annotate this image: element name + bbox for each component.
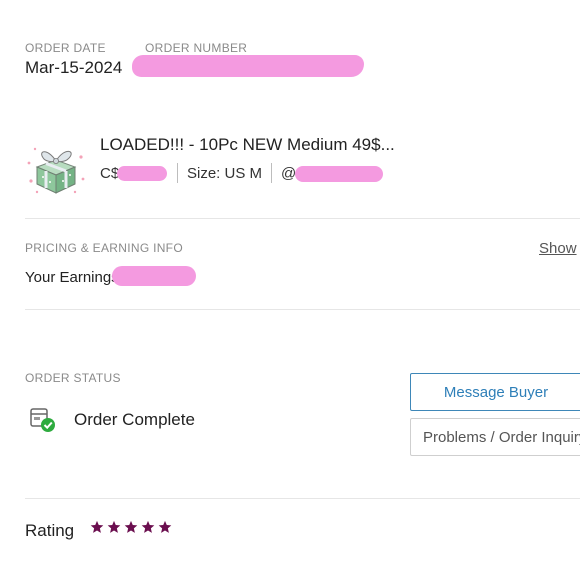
redacted-earnings: [112, 266, 196, 286]
rating-label: Rating: [25, 521, 75, 540]
order-date-label: ORDER DATE: [25, 41, 106, 55]
section-divider: [25, 309, 580, 310]
buyer-username[interactable]: @: [281, 165, 391, 182]
order-date-value: Mar-15-2024: [25, 58, 123, 77]
show-pricing-link[interactable]: Show: [539, 240, 577, 257]
meta-divider: [177, 163, 178, 183]
product-price: C$: [100, 165, 168, 182]
rating-stars: [90, 520, 172, 534]
problems-order-inquiry-button[interactable]: Problems / Order Inquiry: [410, 418, 580, 456]
section-divider: [25, 498, 580, 499]
redacted-price: [117, 165, 167, 181]
star-icon: [107, 520, 121, 533]
gift-box-image: [27, 147, 85, 194]
your-earnings-label: Your Earnings:: [25, 269, 123, 286]
product-title[interactable]: LOADED!!! - 10Pc NEW Medium 49$...: [100, 135, 395, 155]
pricing-section-label: PRICING & EARNING INFO: [25, 241, 183, 255]
order-complete-icon: [28, 406, 58, 434]
order-number-label: ORDER NUMBER: [145, 41, 248, 55]
product-meta: C$ Size: US M @: [100, 162, 391, 184]
product-thumbnail[interactable]: [25, 137, 87, 197]
username-prefix: @: [281, 164, 297, 182]
redacted-order-number: [132, 55, 364, 77]
star-icon: [90, 520, 104, 533]
star-icon: [124, 520, 138, 533]
redacted-username: [295, 165, 384, 182]
order-status-value: Order Complete: [74, 410, 195, 429]
order-status-label: ORDER STATUS: [25, 371, 121, 385]
meta-divider: [271, 163, 273, 183]
message-buyer-button[interactable]: Message Buyer: [410, 373, 580, 411]
section-divider: [25, 218, 580, 219]
star-icon: [141, 520, 155, 533]
star-icon: [158, 520, 172, 533]
product-size: Size: US M: [187, 164, 263, 182]
